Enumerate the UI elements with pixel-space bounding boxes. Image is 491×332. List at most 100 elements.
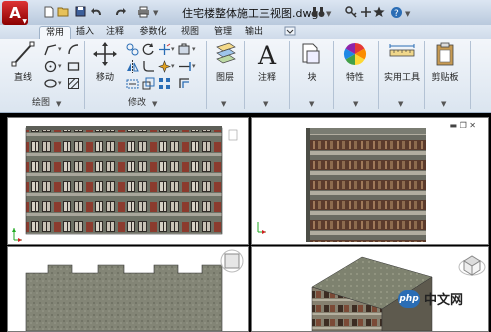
extend-icon[interactable] [178, 60, 191, 73]
connect-icon[interactable] [359, 5, 373, 19]
rotate-icon[interactable] [142, 43, 155, 56]
application-menu-button[interactable]: A ▼ [2, 1, 28, 25]
viewport-window-controls[interactable]: ▬ ❐ ✕ [449, 121, 476, 130]
plot-icon[interactable] [137, 5, 150, 18]
plan-view-drawing [25, 249, 244, 331]
undo-icon[interactable] [90, 5, 103, 18]
hatch-icon[interactable] [67, 77, 80, 90]
color-wheel-icon [344, 43, 366, 65]
chevron-down-icon[interactable]: ▼ [326, 10, 331, 18]
panel-label-modify: 修改 [128, 98, 147, 108]
viewport-front-elevation[interactable] [7, 117, 249, 245]
line-label: 直线 [13, 73, 32, 83]
copy-icon[interactable] [126, 43, 139, 56]
viewport-side-elevation[interactable]: ▬ ❐ ✕ [251, 117, 489, 245]
ribbon: 直线 ▾ ▾ ▾ 绘图 ▼ 移动 ▾ ▾ ▾ ▾ 修改 ▼ 图层 ▼ A 注释 … [0, 39, 491, 113]
minimize-icon[interactable]: ▬ [449, 121, 457, 130]
annotation-button[interactable]: A 注释 [252, 41, 282, 83]
layers-button[interactable]: 图层 [212, 41, 238, 83]
polyline-icon[interactable] [44, 43, 57, 56]
trim-icon[interactable] [158, 43, 171, 56]
chevron-down-icon[interactable]: ▼ [353, 100, 358, 108]
erase-icon[interactable] [178, 43, 191, 56]
front-elevation-drawing [12, 126, 238, 242]
array-icon[interactable] [158, 77, 171, 90]
offset-icon[interactable] [178, 77, 191, 90]
layers-icon [216, 42, 236, 64]
watermark: php 中文网 [398, 287, 486, 310]
clipboard-button[interactable]: 剪贴板 [428, 41, 462, 83]
restore-icon[interactable]: ❐ [460, 121, 467, 130]
rectangle-icon[interactable] [67, 60, 80, 73]
chevron-down-icon[interactable]: ▼ [398, 100, 403, 108]
tab-manage[interactable]: 管理 [211, 26, 235, 39]
chevron-down-icon[interactable]: ▼ [441, 100, 446, 108]
arc-icon[interactable] [67, 43, 80, 56]
chevron-down-icon[interactable]: ▼ [56, 100, 61, 108]
stretch-icon[interactable] [126, 77, 139, 90]
tab-output[interactable]: 输出 [242, 26, 266, 39]
chevron-down-icon[interactable]: ▾ [171, 45, 175, 53]
ribbon-minimize-button[interactable] [282, 26, 298, 39]
circle-icon[interactable] [44, 60, 57, 73]
scale-icon[interactable] [142, 77, 155, 90]
chevron-down-icon[interactable]: ▼ [263, 100, 268, 108]
panel-divider [206, 41, 207, 109]
document-title: 住宅楼整体施工三视图.dwg [182, 7, 319, 20]
panel-divider [424, 41, 425, 109]
viewcube-icon[interactable] [220, 249, 244, 273]
chevron-down-icon[interactable]: ▾ [192, 45, 196, 53]
open-icon[interactable] [57, 5, 70, 18]
text-icon: A [257, 41, 277, 70]
chevron-down-icon[interactable]: ▼ [153, 9, 158, 17]
save-icon[interactable] [74, 5, 87, 18]
viewcube-icon[interactable] [458, 255, 486, 276]
chevron-down-icon[interactable]: ▼ [221, 100, 226, 108]
explode-icon[interactable] [158, 60, 171, 73]
block-button[interactable]: 块 [298, 41, 326, 83]
tab-annotate[interactable]: 注释 [103, 26, 127, 39]
properties-label: 特性 [345, 73, 364, 83]
ellipse-icon[interactable] [44, 77, 57, 90]
block-icon [302, 43, 320, 64]
mirror-icon[interactable] [126, 60, 139, 73]
chevron-down-icon[interactable]: ▾ [192, 62, 196, 70]
close-icon[interactable]: ✕ [469, 121, 476, 130]
tab-parametric[interactable]: 参数化 [136, 26, 170, 39]
clipboard-icon [436, 42, 454, 66]
annotation-label: 注释 [257, 73, 276, 83]
tab-home[interactable]: 常用 [39, 26, 71, 40]
clipboard-label: 剪贴板 [431, 73, 459, 83]
redo-icon[interactable] [113, 5, 126, 18]
star-icon[interactable] [372, 5, 386, 19]
viewport-plan-view[interactable] [7, 246, 249, 332]
tab-insert[interactable]: 插入 [73, 26, 97, 39]
move-button[interactable]: 移动 [92, 41, 118, 83]
chevron-down-icon[interactable]: ▾ [171, 62, 175, 70]
chevron-down-icon[interactable]: ▼ [309, 100, 314, 108]
panel-divider [244, 41, 245, 109]
binoculars-icon[interactable] [311, 5, 325, 19]
move-label: 移动 [95, 73, 114, 83]
line-icon [11, 41, 35, 67]
key-icon[interactable] [344, 5, 358, 19]
ribbon-tabs: 常用 插入 注释 参数化 视图 管理 输出 [0, 25, 491, 40]
svg-text:?: ? [394, 9, 399, 19]
chevron-down-icon[interactable]: ▾ [58, 62, 62, 70]
watermark-text: 中文网 [424, 293, 464, 308]
panel-divider [333, 41, 334, 109]
line-button[interactable]: 直线 [10, 41, 36, 83]
help-icon[interactable]: ? [389, 5, 403, 19]
fillet-icon[interactable] [142, 60, 155, 73]
chevron-down-icon[interactable]: ▾ [58, 45, 62, 53]
new-icon[interactable] [42, 5, 55, 18]
move-icon [93, 42, 117, 66]
utilities-button[interactable]: 实用工具 [384, 41, 420, 83]
tab-view[interactable]: 视图 [178, 26, 202, 39]
properties-button[interactable]: 特性 [341, 41, 369, 83]
chevron-down-icon[interactable]: ▾ [58, 79, 62, 87]
utilities-label: 实用工具 [384, 73, 421, 83]
chevron-down-icon[interactable]: ▼ [152, 100, 157, 108]
chevron-down-icon[interactable]: ▼ [405, 10, 410, 18]
watermark-logo: php [398, 289, 420, 308]
